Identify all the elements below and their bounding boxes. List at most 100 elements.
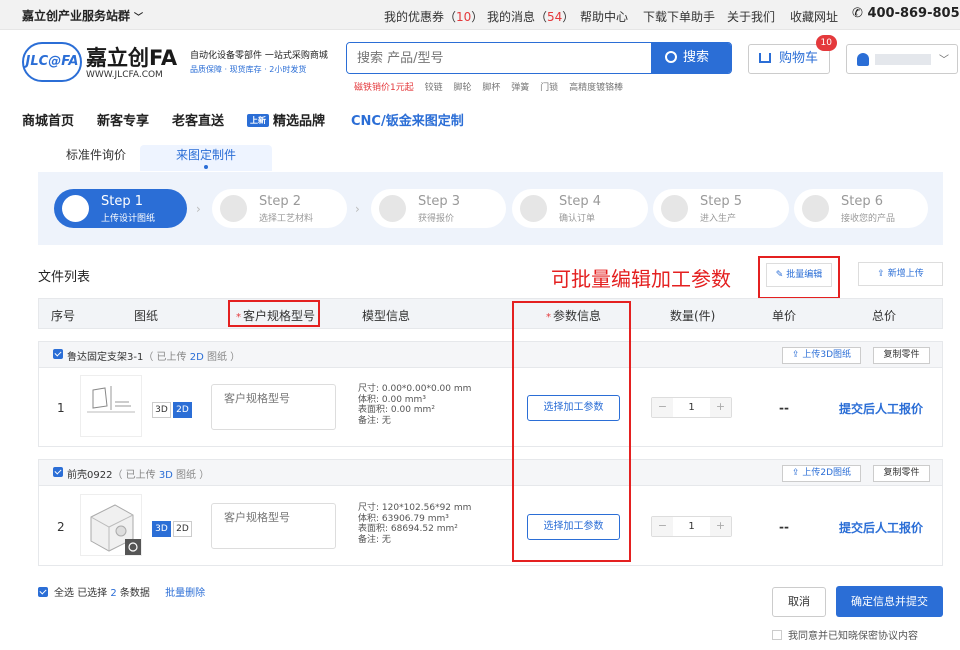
new-tag: 上新 <box>247 114 269 127</box>
qty-plus-button[interactable]: + <box>710 517 731 536</box>
package-icon <box>802 195 829 222</box>
th-model: 模型信息 <box>362 309 411 323</box>
part-group-header: 前壳0922（ 已上传 3D 图纸 ） ⇪ 上传2D图纸 复制零件 <box>39 460 942 486</box>
view-3d-button[interactable]: 3D <box>152 402 171 418</box>
hot-word[interactable]: 高精度镀铬棒 <box>569 83 623 93</box>
search-box: 搜索 <box>346 42 732 74</box>
annotation-text: 可批量编辑加工参数 <box>551 267 731 291</box>
drawing-thumbnail[interactable] <box>80 494 142 556</box>
cart-icon <box>759 53 771 63</box>
qty-plus-button[interactable]: + <box>710 398 731 417</box>
qty-value[interactable]: 1 <box>673 398 710 417</box>
part-group-title: 鲁达固定支架3-1（ 已上传 2D 图纸 ） <box>67 352 241 363</box>
qty-minus-button[interactable]: − <box>652 398 673 417</box>
user-menu[interactable]: ﹀ <box>846 44 958 74</box>
copy-part-button[interactable]: 复制零件 <box>873 347 930 364</box>
hot-words: 磁铁销价1元起 铰链 脚轮 脚杯 弹簧 门锁 高精度镀铬棒 <box>354 80 631 93</box>
chevron-down-icon: ﹀ <box>939 55 949 66</box>
about-link[interactable]: 关于我们 <box>727 8 775 25</box>
chevron-down-icon: ﹀ <box>134 13 144 23</box>
gear-icon <box>220 195 247 222</box>
cart-button[interactable]: 购物车 10 <box>748 35 837 74</box>
header: JLC@FA 嘉立创FA WWW.JLCFA.COM 自动化设备零部件 一站式采… <box>0 30 960 98</box>
site-group-label: 嘉立创产业服务站群 <box>22 9 131 23</box>
select-all-checkbox[interactable] <box>38 587 48 597</box>
agree-label: 我同意并已知晓保密协议内容 <box>788 631 918 642</box>
row-checkbox[interactable] <box>53 349 63 359</box>
annotation-box-params <box>512 301 631 562</box>
step-3: Step 3 获得报价 <box>371 189 506 228</box>
help-link[interactable]: 帮助中心 <box>580 8 628 25</box>
copy-part-button[interactable]: 复制零件 <box>873 465 930 482</box>
selection-bar: 全选 已选择 2 条数据 批量删除 <box>38 584 205 599</box>
hot-word[interactable]: 磁铁销价1元起 <box>354 83 414 93</box>
agreement[interactable]: 我同意并已知晓保密协议内容 <box>772 627 918 642</box>
th-index: 序号 <box>51 309 76 323</box>
step-1: Step 1 上传设计图纸 <box>54 189 187 228</box>
agree-checkbox[interactable] <box>772 630 782 640</box>
confirm-submit-button[interactable]: 确定信息并提交 <box>836 586 943 617</box>
batch-delete-link[interactable]: 批量删除 <box>165 588 205 599</box>
step-5: Step 5 进入生产 <box>653 189 789 228</box>
upload-2d-button[interactable]: ⇪ 上传2D图纸 <box>782 465 861 482</box>
nav-old-user[interactable]: 老客直送 <box>172 110 224 129</box>
tab-standard-quote[interactable]: 标准件询价 <box>60 145 132 171</box>
spec-input[interactable] <box>211 384 336 430</box>
tab-custom-parts[interactable]: 来图定制件 <box>140 145 272 171</box>
qty-value[interactable]: 1 <box>673 517 710 536</box>
hot-word[interactable]: 弹簧 <box>511 83 529 93</box>
step-bar: Step 1 上传设计图纸 › Step 2 选择工艺材料 › Step 3 获得报价… <box>38 172 943 245</box>
view-2d-button[interactable]: 2D <box>173 521 192 537</box>
user-name-blurred <box>875 54 931 65</box>
search-input[interactable] <box>347 43 653 73</box>
nav-cnc[interactable]: CNC/钣金来图定制 <box>351 110 464 129</box>
nav-home[interactable]: 商城首页 <box>22 110 74 129</box>
upload-3d-button[interactable]: ⇪ 上传3D图纸 <box>782 347 861 364</box>
cancel-button[interactable]: 取消 <box>772 587 826 617</box>
upload-icon: ⇪ <box>791 468 800 478</box>
hot-word[interactable]: 脚杯 <box>482 83 500 93</box>
view-3d-button[interactable]: 3D <box>152 521 171 537</box>
user-icon <box>857 53 869 66</box>
logo-mark: JLC@FA <box>22 42 82 82</box>
messages-link[interactable]: 我的消息（54） <box>487 8 574 25</box>
part-group-title: 前壳0922（ 已上传 3D 图纸 ） <box>67 470 210 481</box>
3d-model-preview <box>90 504 141 555</box>
th-total: 总价 <box>872 309 897 323</box>
add-upload-button[interactable]: ⇪ 新增上传 <box>858 262 943 286</box>
order-confirm-icon <box>520 195 547 222</box>
factory-icon <box>661 195 688 222</box>
hot-word[interactable]: 铰链 <box>425 83 443 93</box>
download-app-link[interactable]: 下载下单助手 <box>643 8 715 25</box>
hot-word[interactable]: 门锁 <box>540 83 558 93</box>
quantity-stepper: − 1 + <box>651 516 732 537</box>
hotline: ✆ 400-869-8058 <box>852 6 960 21</box>
quantity-stepper: − 1 + <box>651 397 732 418</box>
main-nav: 商城首页 新客专享 老客直送 上新 精选品牌 CNC/钣金来图定制 <box>0 98 960 138</box>
row-checkbox[interactable] <box>53 467 63 477</box>
site-group-menu[interactable]: 嘉立创产业服务站群 ﹀ <box>22 7 143 24</box>
part-group-1: 鲁达固定支架3-1（ 已上传 2D 图纸 ） ⇪ 上传3D图纸 复制零件 1 3… <box>38 341 943 447</box>
unit-price: -- <box>779 520 789 534</box>
drawing-thumbnail[interactable] <box>80 375 142 437</box>
spec-input[interactable] <box>211 503 336 549</box>
part-group-header: 鲁达固定支架3-1（ 已上传 2D 图纸 ） ⇪ 上传3D图纸 复制零件 <box>39 342 942 368</box>
model-info: 尺寸: 0.00*0.00*0.00 mm 体积: 0.00 mm³ 表面积: 0.… <box>358 384 472 426</box>
upload-icon: ⇪ <box>791 350 800 360</box>
select-all-label[interactable]: 全选 <box>54 588 74 599</box>
favorites-link[interactable]: 收藏网址 <box>790 8 838 25</box>
nav-brand[interactable]: 上新 精选品牌 <box>247 110 325 129</box>
coupons-link[interactable]: 我的优惠券（10） <box>384 8 483 25</box>
th-drawing: 图纸 <box>134 309 159 323</box>
search-button[interactable]: 搜索 <box>651 43 731 73</box>
nav-new-user[interactable]: 新客专享 <box>97 110 149 129</box>
view-2d-button[interactable]: 2D <box>173 402 192 418</box>
qty-minus-button[interactable]: − <box>652 517 673 536</box>
step-6: Step 6 接收您的产品 <box>794 189 928 228</box>
hot-word[interactable]: 脚轮 <box>454 83 472 93</box>
total-price: 提交后人工报价 <box>839 402 924 416</box>
step-4: Step 4 确认订单 <box>512 189 648 228</box>
coupons-count: 10 <box>456 10 472 24</box>
upload-file-icon <box>62 195 89 222</box>
batch-edit-button[interactable]: ✎ 批量编辑 <box>766 263 832 287</box>
